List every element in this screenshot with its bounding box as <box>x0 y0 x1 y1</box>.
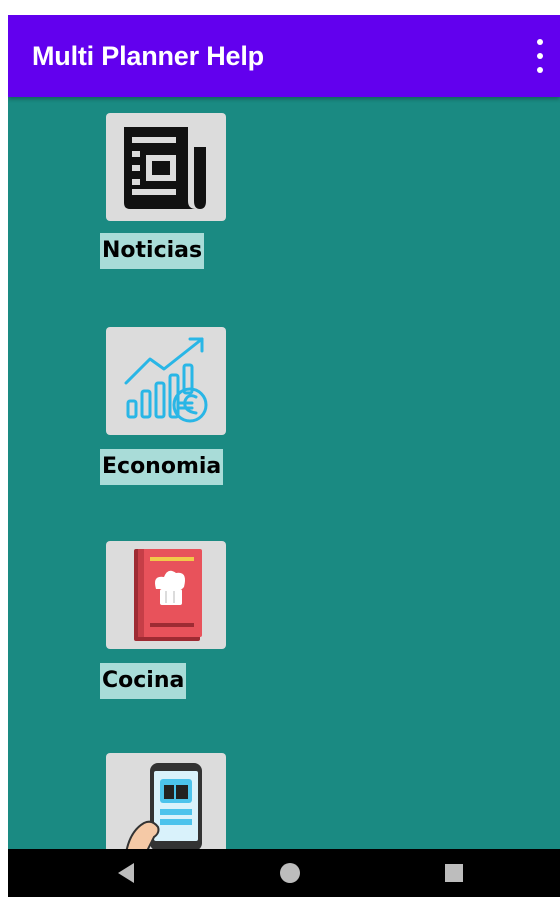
economy-tile[interactable] <box>106 327 226 435</box>
item-label-noticias[interactable]: Noticias <box>100 233 205 269</box>
tablet-ebook-icon <box>125 763 202 849</box>
system-navigation-bar <box>8 849 560 897</box>
phone-screen: Multi Planner Help Noticias Economia Coc… <box>8 15 560 897</box>
item-label-economia[interactable]: Economia <box>100 449 224 485</box>
overflow-menu-icon[interactable] <box>532 39 548 73</box>
home-button[interactable] <box>260 849 320 897</box>
item-label-cocina[interactable]: Cocina <box>100 663 187 699</box>
economy-chart-euro-icon <box>124 337 208 423</box>
recents-square-icon <box>445 864 463 882</box>
back-triangle-icon <box>118 863 134 883</box>
item-list: Noticias Economia Cocina <box>8 97 560 849</box>
app-title: Multi Planner Help <box>32 41 264 71</box>
cookbook-icon <box>134 549 202 641</box>
cookbook-tile[interactable] <box>106 541 226 649</box>
newspaper-tile[interactable] <box>106 113 226 221</box>
ebook-tile[interactable] <box>106 753 226 849</box>
home-circle-icon <box>280 863 300 883</box>
app-bar: Multi Planner Help <box>8 15 560 97</box>
newspaper-icon <box>124 127 206 209</box>
back-button[interactable] <box>96 849 156 897</box>
recents-button[interactable] <box>424 849 484 897</box>
